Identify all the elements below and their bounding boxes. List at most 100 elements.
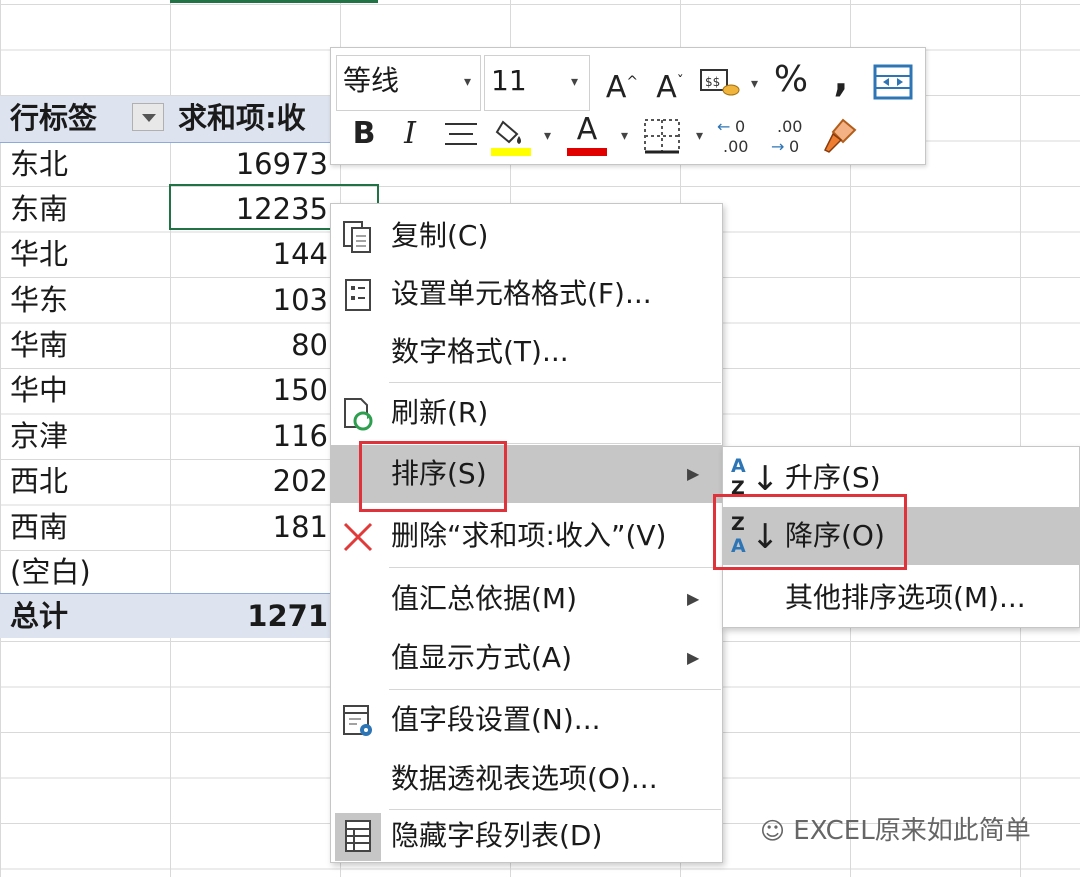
chevron-down-icon[interactable]: ▾ (621, 128, 628, 144)
chevron-down-icon[interactable]: ▾ (751, 76, 758, 92)
menu-item-remove-field[interactable]: 删除“求和项:收入”(V) (331, 507, 722, 565)
font-size-value: 11 (491, 64, 527, 97)
accounting-format-button[interactable]: $$ (699, 66, 743, 100)
value-cell[interactable]: 116 (178, 414, 328, 458)
watermark: ☺ EXCEL原来如此简单 (760, 810, 1031, 847)
menu-item-label: 其他排序选项(M)... (785, 581, 1026, 614)
comma-icon: , (833, 55, 849, 101)
grow-font-button[interactable]: A^ (603, 62, 641, 108)
menu-item-copy[interactable]: 复制(C) (331, 207, 722, 265)
value-cell[interactable]: 144 (178, 232, 328, 276)
percent-icon: % (773, 59, 809, 100)
merge-center-icon (873, 64, 913, 100)
svg-text:0: 0 (789, 137, 799, 156)
chevron-down-icon[interactable]: ▾ (696, 128, 703, 144)
context-menu: 复制(C) 设置单元格格式(F)... 数字格式(T)... 刷新(R) 排序(… (330, 203, 723, 863)
menu-item-summarize-by[interactable]: 值汇总依据(M) ▶ (331, 570, 722, 628)
copy-icon (343, 221, 371, 253)
shrink-font-button[interactable]: Aˇ (651, 62, 689, 108)
value-field-header[interactable]: 求和项:收 (178, 96, 306, 140)
chevron-down-icon[interactable]: ▾ (544, 128, 551, 144)
value-cell[interactable]: 181 (178, 505, 328, 549)
decrease-decimal-icon: .00→ 0 (771, 117, 802, 156)
row-labels-header[interactable]: 行标签 (10, 96, 97, 140)
format-painter-icon (823, 118, 857, 153)
row-label-cell[interactable]: (空白) (10, 550, 91, 594)
menu-separator (389, 567, 721, 568)
font-color-swatch (567, 148, 607, 156)
field-settings-icon (343, 705, 372, 736)
font-name-combo[interactable]: 等线 (336, 55, 481, 111)
value-cell[interactable]: 80 (178, 323, 328, 367)
menu-item-label: 设置单元格格式(F)... (391, 277, 652, 310)
format-painter-button[interactable] (821, 116, 861, 156)
menu-item-format-cells[interactable]: 设置单元格格式(F)... (331, 265, 722, 323)
borders-button[interactable] (643, 118, 681, 154)
italic-button[interactable]: I (395, 114, 425, 154)
merge-center-button[interactable] (872, 64, 914, 100)
row-label-cell[interactable]: 西南 (10, 505, 68, 549)
sort-callout-box (359, 441, 507, 512)
font-color-icon: A (576, 112, 598, 147)
font-color-button[interactable]: A (567, 112, 607, 158)
delete-x-icon (343, 522, 373, 552)
chevron-right-icon: ▶ (687, 589, 700, 608)
italic-icon: I (404, 116, 416, 151)
row-label-cell[interactable]: 西北 (10, 459, 68, 503)
descending-callout-box (713, 494, 907, 570)
chevron-down-icon[interactable]: ▾ (571, 74, 578, 90)
shrink-font-icon: A (656, 70, 677, 105)
svg-text:0: 0 (735, 117, 745, 136)
row-label-cell[interactable]: 华北 (10, 232, 68, 276)
menu-item-refresh[interactable]: 刷新(R) (331, 384, 722, 442)
wechat-icon: ☺ (760, 817, 786, 845)
row-label-cell[interactable]: 京津 (10, 414, 68, 458)
row-labels-filter-button[interactable] (132, 103, 164, 131)
mini-toolbar: 等线 ▾ 11 ▾ A^ Aˇ $$ ▾ % , B I ▾ A ▾ ▾ ← 0.… (330, 47, 926, 165)
align-center-icon (445, 123, 477, 145)
menu-item-label: 值字段设置(N)... (391, 703, 601, 736)
menu-separator (389, 689, 721, 690)
increase-decimal-button[interactable]: ← 0.00 (715, 116, 759, 156)
field-list-icon (345, 820, 371, 852)
watermark-text: EXCEL原来如此简单 (793, 816, 1031, 846)
menu-item-show-values-as[interactable]: 值显示方式(A) ▶ (331, 629, 722, 687)
menu-item-more-sort-options[interactable]: 其他排序选项(M)... (723, 569, 1079, 627)
menu-item-label: 刷新(R) (391, 396, 489, 429)
menu-item-field-settings[interactable]: 值字段设置(N)... (331, 691, 722, 749)
percent-style-button[interactable]: % (771, 60, 811, 100)
menu-item-label: 数据透视表选项(O)... (391, 762, 658, 795)
menu-item-hide-field-list[interactable]: 隐藏字段列表(D) (331, 807, 722, 865)
paint-bucket-icon (491, 120, 531, 156)
menu-item-label: 值显示方式(A) (391, 641, 573, 674)
chevron-right-icon: ▶ (687, 648, 700, 667)
svg-text:.00: .00 (777, 117, 802, 136)
align-center-button[interactable] (443, 118, 479, 152)
svg-text:→: → (771, 137, 784, 156)
grand-total-label[interactable]: 总计 (10, 594, 68, 638)
menu-item-pivot-options[interactable]: 数据透视表选项(O)... (331, 750, 722, 808)
row-label-cell[interactable]: 华东 (10, 278, 68, 322)
value-cell[interactable]: 103 (178, 278, 328, 322)
bold-button[interactable]: B (349, 114, 379, 154)
font-name-value: 等线 (343, 64, 400, 97)
fill-color-button[interactable] (491, 114, 533, 158)
row-label-cell[interactable]: 华南 (10, 323, 68, 367)
value-cell[interactable]: 202 (178, 459, 328, 503)
row-label-cell[interactable]: 华中 (10, 368, 68, 412)
comma-style-button[interactable]: , (826, 58, 856, 98)
refresh-icon (344, 398, 373, 431)
decrease-decimal-button[interactable]: .00 → 0 (769, 116, 813, 156)
value-cell[interactable]: 150 (178, 368, 328, 412)
svg-text:←: ← (717, 117, 730, 136)
row-label-cell[interactable]: 东南 (10, 187, 68, 231)
chevron-down-icon[interactable]: ▾ (464, 74, 471, 90)
menu-item-label: 数字格式(T)... (391, 335, 569, 368)
increase-decimal-icon: ← 0.00 (717, 117, 748, 156)
menu-item-number-format[interactable]: 数字格式(T)... (331, 323, 722, 381)
grand-total-value[interactable]: 1271 (178, 594, 328, 638)
menu-item-label: 值汇总依据(M) (391, 582, 578, 615)
borders-icon (644, 119, 680, 154)
row-label-cell[interactable]: 东北 (10, 142, 68, 186)
value-cell[interactable]: 16973 (178, 142, 328, 186)
